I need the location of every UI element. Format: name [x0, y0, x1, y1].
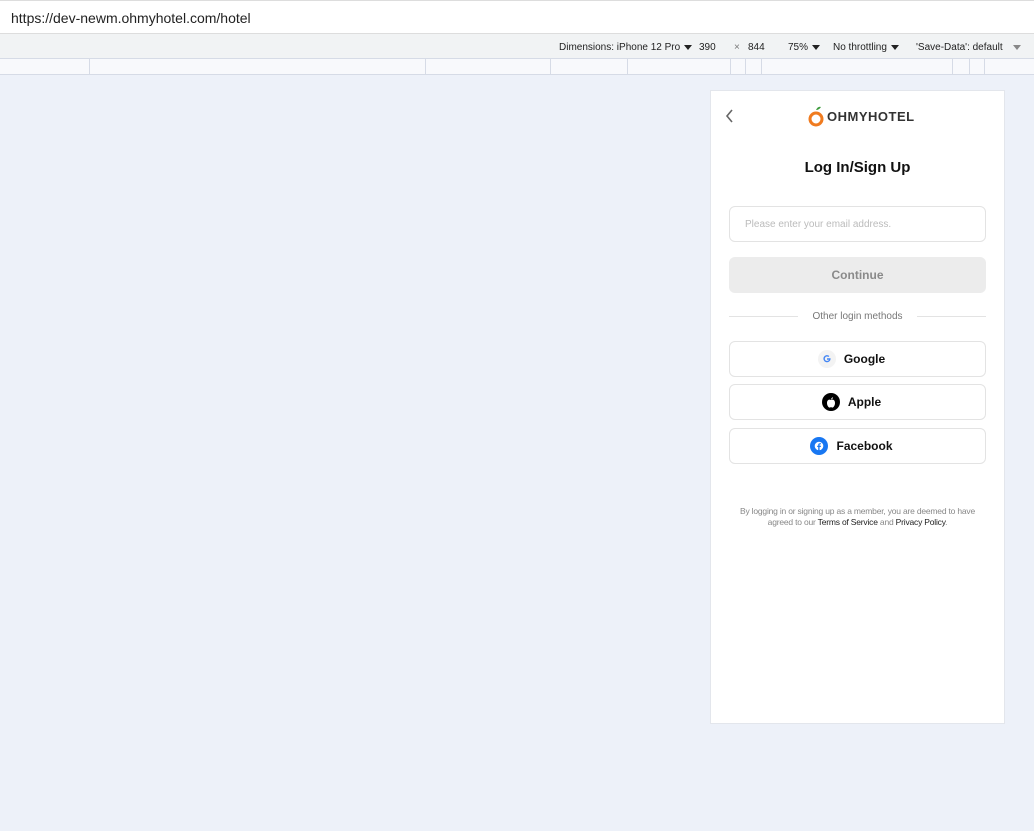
dropdown-icon — [890, 44, 899, 50]
google-icon — [817, 350, 836, 368]
media-query-ruler[interactable] — [0, 59, 1034, 75]
logo: OHMYHOTEL — [808, 105, 915, 127]
times-sign: × — [734, 42, 740, 53]
apple-login-button[interactable]: Apple — [729, 384, 986, 420]
orange-logo-icon — [808, 106, 824, 127]
dimensions-select[interactable]: Dimensions: iPhone 12 Pro — [559, 42, 693, 53]
width-input[interactable]: 390 — [699, 42, 716, 53]
zoom-select[interactable]: 75% — [788, 42, 821, 53]
dropdown-icon — [1012, 44, 1021, 50]
facebook-icon — [810, 437, 829, 455]
dropdown-icon — [812, 44, 821, 50]
chevron-left-icon — [725, 109, 733, 123]
terms-notice: By logging in or signing up as a member,… — [740, 506, 975, 527]
apple-icon — [821, 393, 840, 411]
continue-button[interactable]: Continue — [729, 257, 986, 293]
height-input[interactable]: 844 — [748, 42, 765, 53]
email-input[interactable] — [729, 206, 986, 242]
privacy-policy-link[interactable]: Privacy Policy — [896, 517, 946, 527]
google-login-button[interactable]: Google — [729, 341, 986, 377]
divider: Other login methods — [729, 311, 986, 322]
save-data-select[interactable]: 'Save-Data': default — [916, 42, 1021, 53]
back-button[interactable] — [725, 109, 735, 128]
terms-of-service-link[interactable]: Terms of Service — [818, 517, 878, 527]
address-bar[interactable]: https://dev-newm.ohmyhotel.com/hotel — [0, 0, 1034, 34]
device-toolbar: Dimensions: iPhone 12 Pro 390 × 844 75% … — [0, 34, 1034, 59]
page-title: Log In/Sign Up — [804, 159, 911, 176]
throttling-select[interactable]: No throttling — [833, 42, 899, 53]
dropdown-icon — [684, 44, 693, 50]
url-text: https://dev-newm.ohmyhotel.com/hotel — [11, 10, 251, 26]
facebook-login-button[interactable]: Facebook — [729, 428, 986, 464]
mobile-viewport: OHMYHOTEL Log In/Sign Up Continue Other … — [710, 90, 1005, 724]
